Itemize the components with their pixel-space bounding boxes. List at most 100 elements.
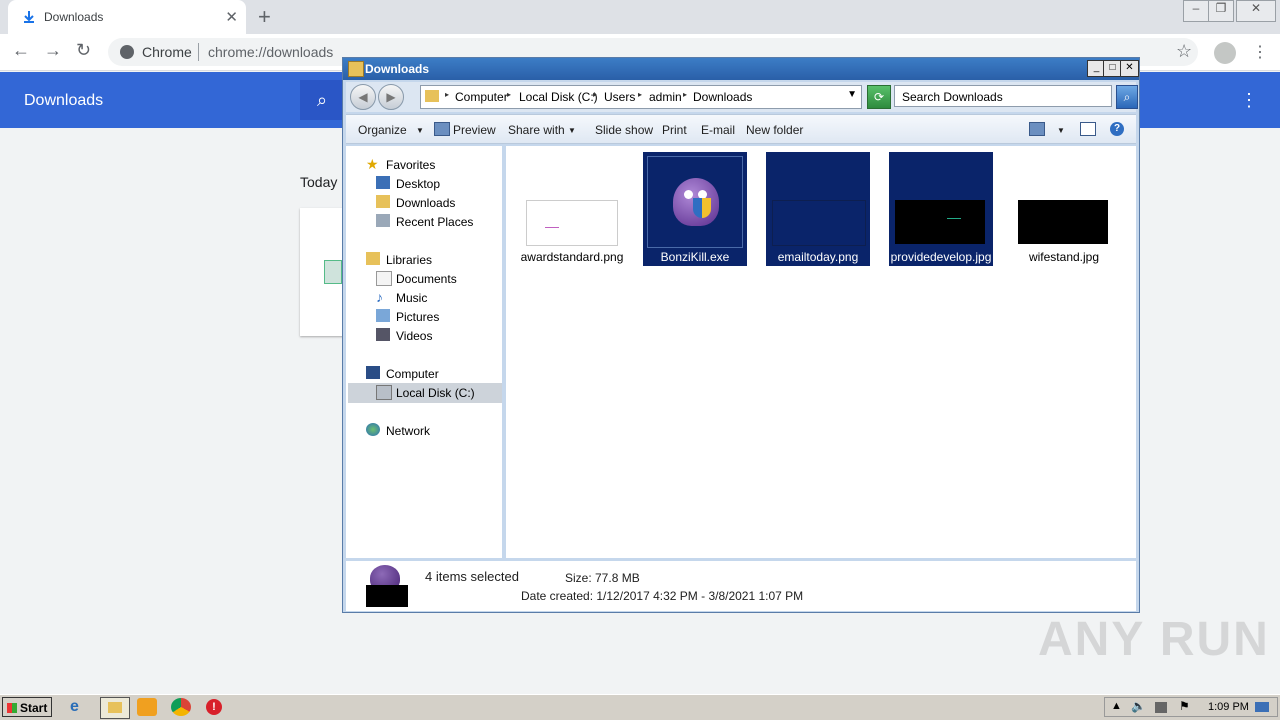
explorer-window: Downloads _ □ ✕ ◀ ▶ ▸ Computer ▸ Local D… [342,57,1140,613]
windows-logo-icon [7,703,17,713]
explorer-titlebar[interactable]: Downloads _ □ ✕ [343,58,1139,80]
file-item[interactable]: emailtoday.png [766,152,870,266]
breadcrumb-computer[interactable]: Computer [455,90,508,104]
image-thumbnail [526,200,618,246]
breadcrumb-users[interactable]: Users [604,90,635,104]
chevron-down-icon[interactable]: ▼ [1057,126,1065,135]
command-bar: Organize ▼ Preview Share with ▼ Slide sh… [346,114,1136,144]
media-player-icon[interactable] [137,698,157,716]
stop-icon[interactable]: ! [206,699,222,715]
file-name: emailtoday.png [777,250,859,264]
refresh-icon[interactable]: ⟳ [867,85,891,109]
file-item[interactable]: BonziKill.exe [643,152,747,266]
date-heading: Today [300,174,338,190]
pictures-icon [376,309,390,322]
search-downloads-button[interactable]: ⌕ [300,80,344,120]
details-pane: 4 items selected Size: 77.8 MB Date crea… [346,560,1136,611]
nav-recent-places[interactable]: Recent Places [396,215,473,229]
chevron-down-icon[interactable]: ▼ [568,126,576,135]
breadcrumb-downloads[interactable]: Downloads [693,90,752,104]
internet-explorer-icon[interactable]: e [70,698,90,716]
close-window-button[interactable]: ✕ [1236,0,1276,22]
nav-pictures[interactable]: Pictures [396,310,439,324]
downloads-folder-icon [376,195,390,208]
show-hidden-icons-icon[interactable]: ▲ [1111,700,1122,712]
file-item[interactable]: providedevelop.jpg [889,152,993,266]
chrome-icon[interactable] [171,698,191,716]
site-name: Chrome [142,44,192,60]
selection-size: Size: 77.8 MB [565,571,640,585]
flag-icon[interactable]: ⚑ [1179,699,1190,713]
new-folder-button[interactable]: New folder [746,123,803,137]
print-button[interactable]: Print [662,123,687,137]
file-item[interactable]: wifestand.jpg [1012,152,1116,266]
breadcrumb-arrow-icon[interactable]: ▸ [445,90,449,99]
reload-button[interactable]: ↻ [76,40,91,61]
minimize-button[interactable]: – [1183,0,1209,22]
breadcrumb-arrow-icon[interactable]: ▸ [593,90,597,99]
change-view-icon[interactable] [1029,122,1045,136]
watermark-logo: ANY RUN [1038,613,1270,666]
nav-downloads[interactable]: Downloads [396,196,455,210]
slide-show-button[interactable]: Slide show [595,123,653,137]
breadcrumb-admin[interactable]: admin [649,90,682,104]
profile-avatar[interactable] [1214,42,1236,64]
nav-videos[interactable]: Videos [396,329,432,343]
nav-local-disk[interactable]: Local Disk (C:) [396,386,475,400]
preview-icon[interactable] [434,122,450,136]
chrome-menu-icon[interactable]: ⋮ [1252,42,1268,62]
taskbar: Start e ! ▲ 🔈 ⚑ 1:09 PM [0,694,1280,720]
nav-desktop[interactable]: Desktop [396,177,440,191]
search-icon[interactable]: ⌕ [1116,85,1138,109]
music-icon: ♪ [376,289,383,305]
chevron-down-icon[interactable]: ▼ [416,126,424,135]
breadcrumb-arrow-icon[interactable]: ▸ [638,90,642,99]
volume-icon[interactable]: 🔈 [1131,699,1146,713]
breadcrumb-local-disk[interactable]: Local Disk (C:) [519,90,598,104]
breadcrumb-arrow-icon[interactable]: ▸ [683,90,687,99]
file-name: providedevelop.jpg [890,250,992,264]
file-item[interactable]: awardstandard.png [520,152,624,266]
file-name: awardstandard.png [520,250,624,264]
image-thumbnail [772,200,866,246]
address-row: ◀ ▶ ▸ Computer ▸ Local Disk (C:) ▸ Users… [346,82,1138,112]
selection-count: 4 items selected [425,569,519,584]
tab-close-icon[interactable]: ✕ [225,8,238,26]
show-desktop-icon[interactable] [1255,702,1269,712]
chevron-down-icon[interactable]: ▼ [847,89,857,100]
explorer-taskbar-button[interactable] [100,697,130,719]
help-icon[interactable]: ? [1110,122,1124,136]
tab-title: Downloads [44,10,104,24]
tab-downloads[interactable]: Downloads ✕ [8,0,246,34]
start-button[interactable]: Start [2,697,52,717]
nav-computer[interactable]: Computer [386,367,439,381]
downloads-menu-icon[interactable]: ⋮ [1240,90,1258,111]
forward-button[interactable]: → [44,40,62,61]
back-button[interactable]: ← [12,40,30,61]
image-thumbnail [366,585,408,607]
nav-network[interactable]: Network [386,424,430,438]
share-with-button[interactable]: Share with [508,123,565,137]
explorer-close-button[interactable]: ✕ [1120,60,1139,77]
preview-pane-icon[interactable] [1080,122,1096,136]
file-list: awardstandard.png BonziKill.exe emailtod… [506,146,1136,558]
restore-button[interactable]: ❐ [1208,0,1234,22]
nav-libraries[interactable]: Libraries [386,253,432,267]
breadcrumb-arrow-icon[interactable]: ▸ [507,90,511,99]
network-tray-icon[interactable] [1155,702,1167,713]
bookmark-star-icon[interactable]: ☆ [1176,41,1192,62]
email-button[interactable]: E-mail [701,123,735,137]
explorer-forward-button[interactable]: ▶ [378,84,404,110]
new-tab-button[interactable]: + [258,4,271,30]
explorer-back-button[interactable]: ◀ [350,84,376,110]
nav-music[interactable]: Music [396,291,427,305]
file-thumbnail-icon [324,260,342,284]
explorer-address-bar[interactable]: ▸ Computer ▸ Local Disk (C:) ▸ Users ▸ a… [420,85,862,109]
organize-button[interactable]: Organize [358,123,407,137]
page-title: Downloads [24,92,104,109]
nav-documents[interactable]: Documents [396,272,457,286]
nav-favorites[interactable]: Favorites [386,158,435,172]
uac-shield-icon [693,198,711,218]
preview-button[interactable]: Preview [453,123,496,137]
search-input[interactable]: Search Downloads [894,85,1112,107]
